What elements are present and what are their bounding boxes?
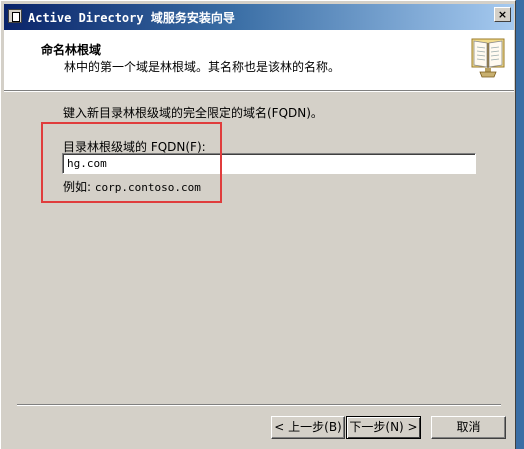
page-subtitle: 林中的第一个域是林根域。其名称也是该林的名称。: [64, 60, 341, 74]
highlight-box: [41, 122, 222, 203]
ad-wizard-icon: [8, 9, 22, 23]
desktop-background: [516, 0, 524, 449]
open-book-icon: [471, 38, 505, 78]
instruction-text: 键入新目录林根级域的完全限定的域名(FQDN)。: [63, 106, 323, 120]
wizard-window: Active Directory 域服务安装向导 × 命名林根域 林中的第一个域…: [0, 0, 516, 449]
next-button[interactable]: 下一步(N) >: [346, 416, 421, 439]
title-bar[interactable]: Active Directory 域服务安装向导 ×: [4, 4, 514, 30]
page-title: 命名林根域: [41, 43, 102, 57]
button-separator: [17, 404, 501, 406]
window-title: Active Directory 域服务安装向导: [28, 11, 235, 25]
close-button[interactable]: ×: [494, 7, 511, 22]
cancel-button[interactable]: 取消: [431, 416, 506, 439]
wizard-header: 命名林根域 林中的第一个域是林根域。其名称也是该林的名称。: [4, 30, 514, 91]
back-button[interactable]: < 上一步(B): [271, 416, 345, 439]
